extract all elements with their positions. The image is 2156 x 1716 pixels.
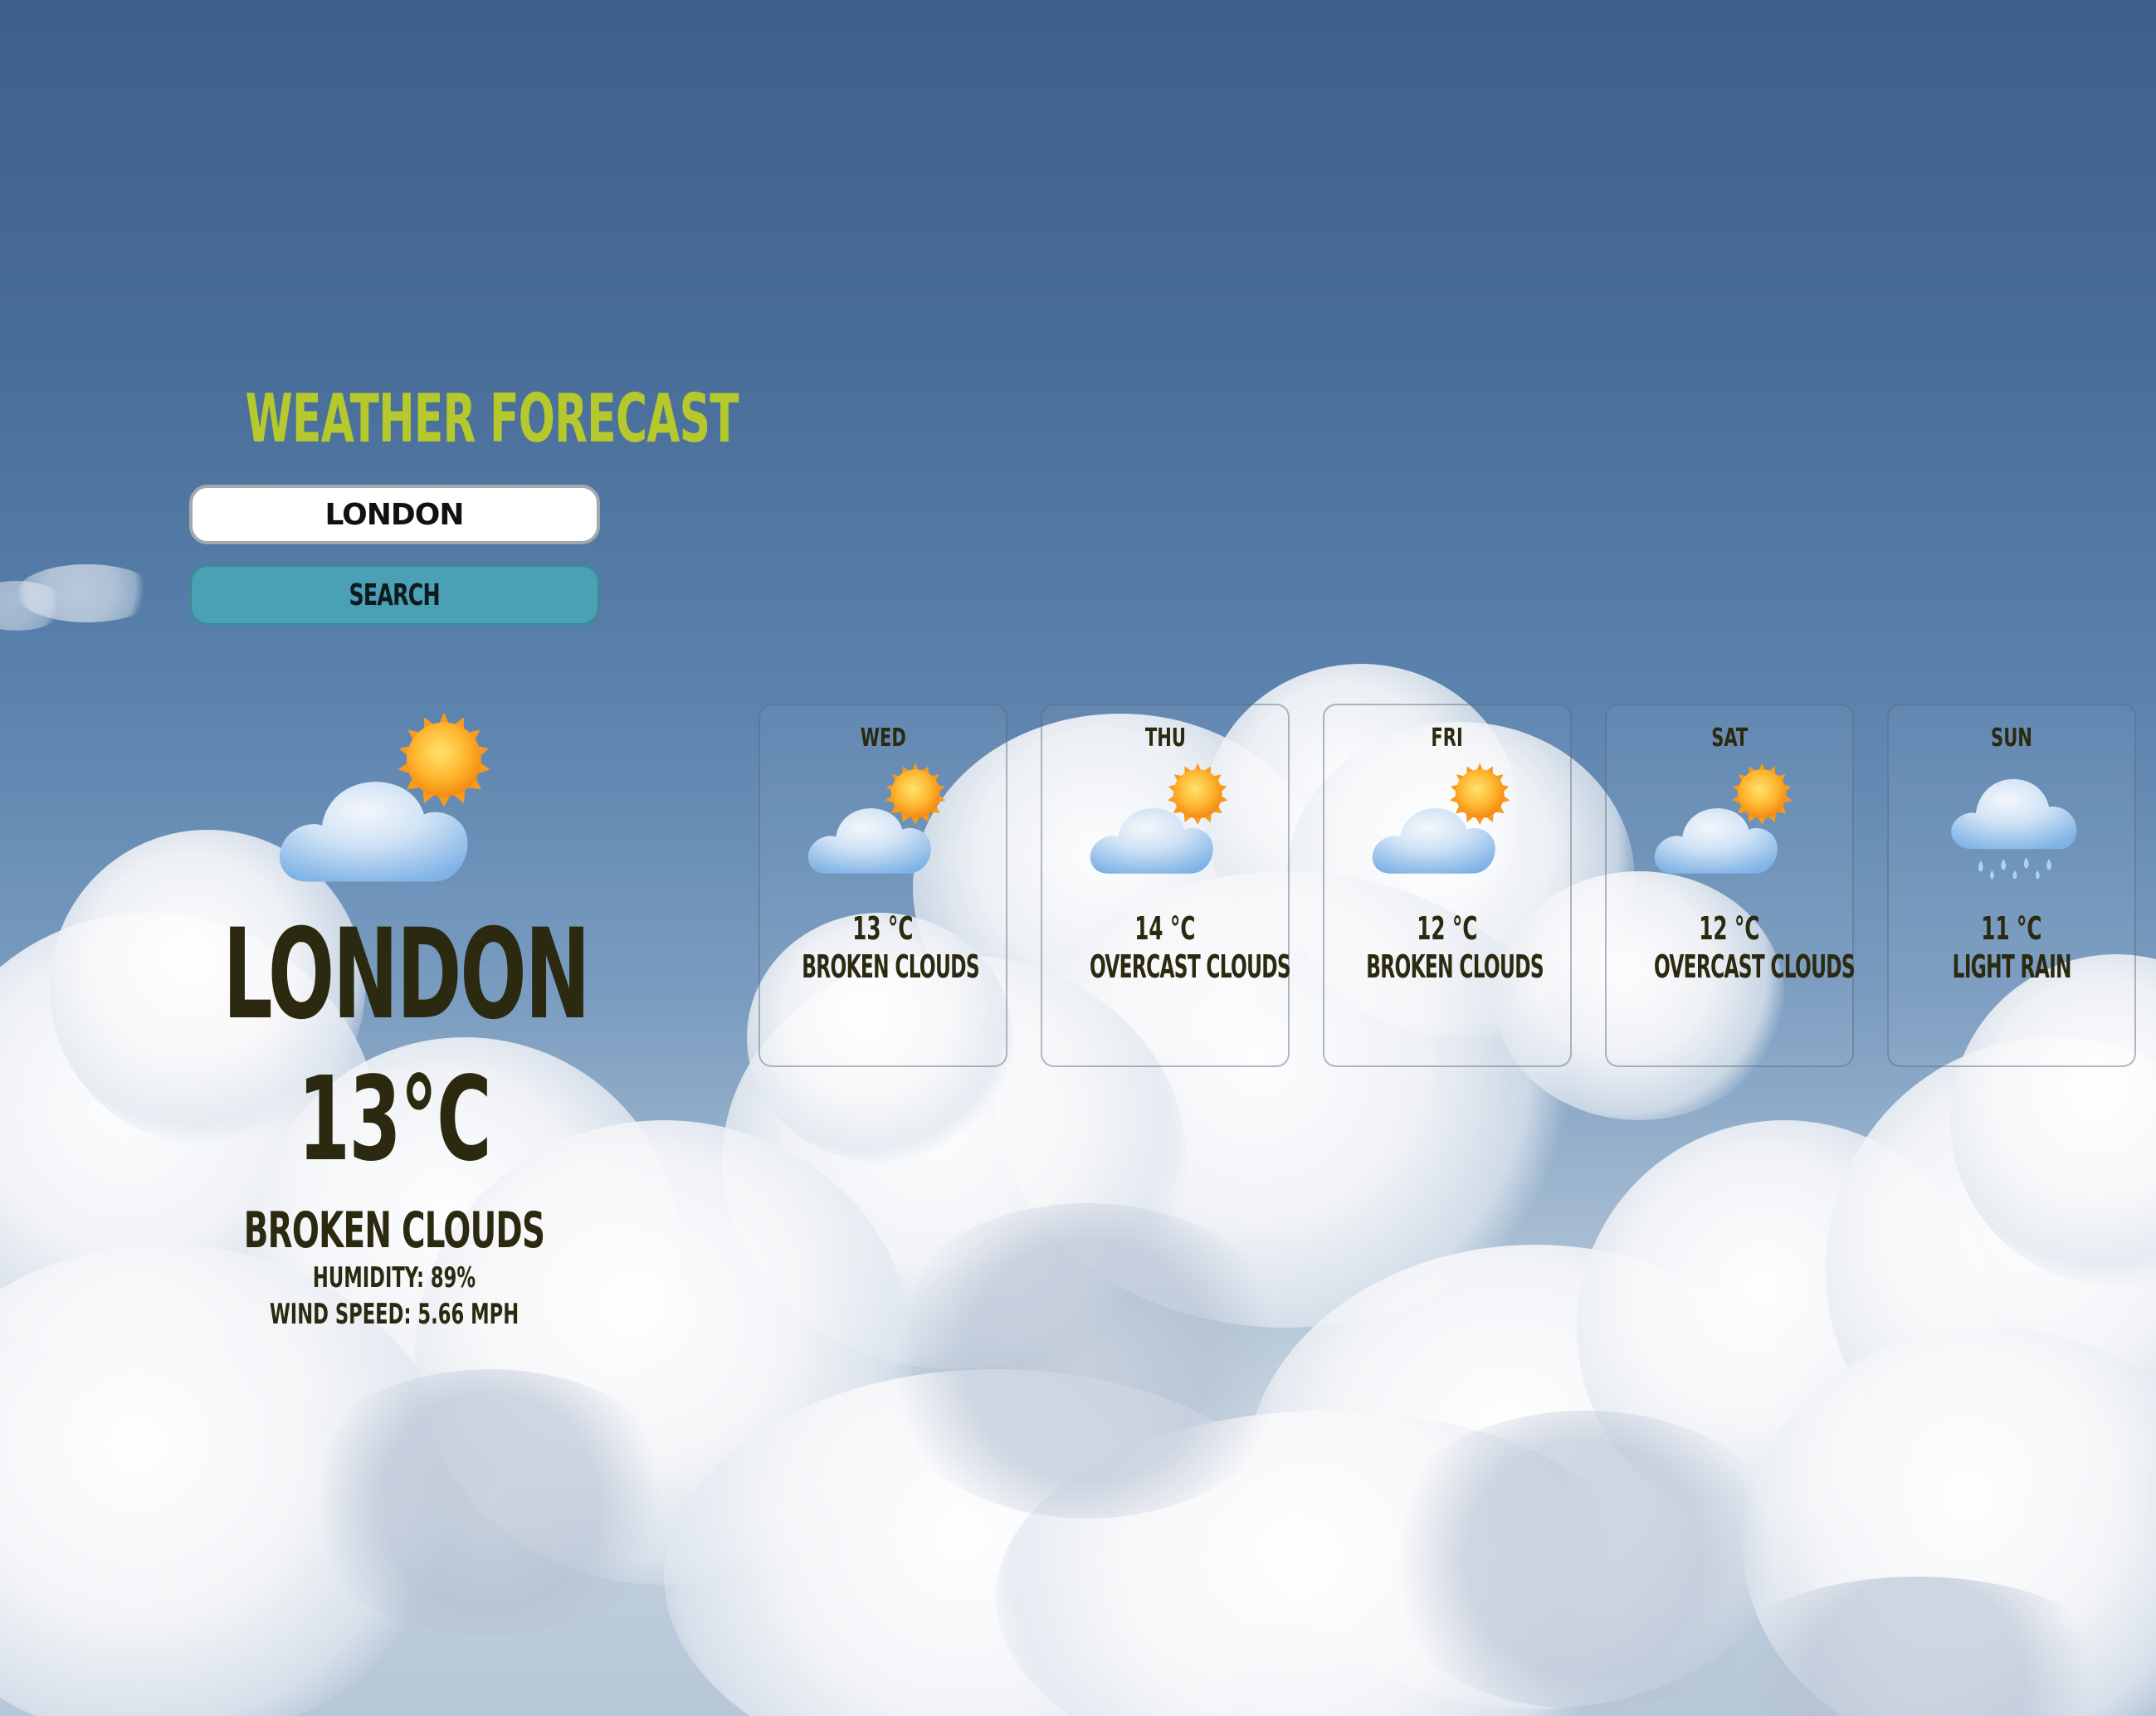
search-button-label: Search (349, 578, 440, 612)
forecast-day: Wed (860, 724, 906, 753)
current-temperature: 13°C (297, 1052, 492, 1187)
forecast-description: Overcast Clouds (1653, 948, 1856, 985)
forecast-description: Broken Clouds (1366, 948, 1544, 985)
search-button[interactable]: Search (188, 564, 600, 626)
forecast-day: Thu (1144, 724, 1186, 753)
partly-cloudy-icon (807, 763, 946, 874)
forecast-description: Light Rain (1952, 948, 2071, 985)
partly-cloudy-icon (1654, 763, 1793, 874)
rain-cloud-icon (1951, 778, 2077, 880)
search-panel: Weather Forecast Search (149, 365, 739, 626)
weather-app: Weather Forecast Search (0, 0, 2156, 1716)
city-search-input[interactable] (188, 485, 600, 544)
forecast-list: Wed 13 °C Broken Clouds Thu 14 °C Overca… (759, 704, 2136, 1067)
forecast-temperature: 12 °C (1417, 910, 1478, 947)
forecast-card: Sun 11 °C Light Rain (1887, 704, 2136, 1067)
current-weather: London 13°C Broken Clouds Humidity: 89% … (149, 705, 639, 1333)
city-name: London (222, 903, 591, 1047)
forecast-temperature: 14 °C (1134, 910, 1196, 947)
forecast-card: Sat 12 °C Overcast Clouds (1605, 704, 1856, 1067)
wind-speed-readout: Wind Speed: 5.66 mph (269, 1298, 519, 1331)
current-description: Broken Clouds (243, 1202, 545, 1260)
forecast-temperature: 13 °C (852, 910, 914, 947)
forecast-card: Fri 12 °C Broken Clouds (1323, 704, 1572, 1067)
forecast-day: Sun (1991, 724, 2032, 753)
partly-cloudy-icon (1372, 763, 1510, 874)
partly-cloudy-icon (1090, 763, 1228, 874)
app-title: Weather Forecast (245, 380, 739, 457)
forecast-description: Overcast Clouds (1089, 948, 1291, 985)
forecast-temperature: 12 °C (1699, 910, 1760, 947)
forecast-day: Fri (1431, 724, 1464, 753)
forecast-day: Sat (1710, 724, 1748, 753)
forecast-description: Broken Clouds (802, 948, 979, 985)
forecast-temperature: 11 °C (1981, 910, 2042, 947)
forecast-card: Wed 13 °C Broken Clouds (759, 704, 1007, 1067)
humidity-readout: Humidity: 89% (312, 1261, 476, 1294)
forecast-card: Thu 14 °C Overcast Clouds (1041, 704, 1291, 1067)
partly-cloudy-icon (279, 712, 490, 882)
